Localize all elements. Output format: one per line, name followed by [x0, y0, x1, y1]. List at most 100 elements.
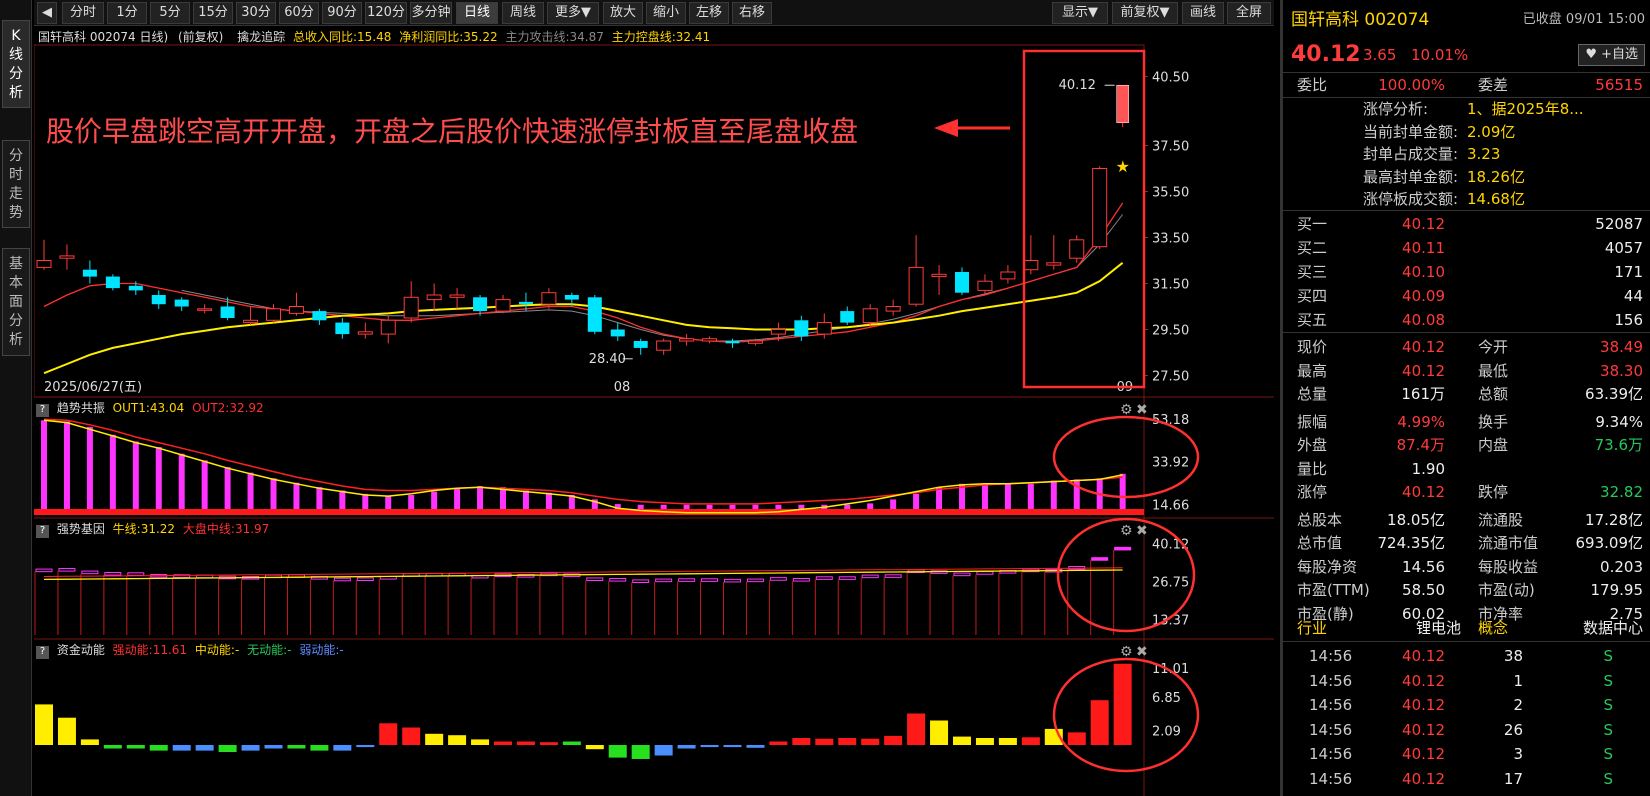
period-button-8[interactable]: 120分 — [365, 2, 407, 24]
move-right-button[interactable]: 右移 — [732, 2, 772, 24]
trend-bar — [798, 504, 805, 509]
energy-bar — [1090, 700, 1109, 745]
energy-bar — [126, 745, 145, 749]
tab-fundamentals[interactable]: 基 本 面 分 析 — [2, 248, 30, 356]
tick-price: 40.12 — [1402, 745, 1445, 763]
period-button-3[interactable]: 5分 — [150, 2, 190, 24]
weibi-value: 100.00% — [1378, 76, 1445, 94]
period-button-1[interactable]: 分时 — [62, 2, 104, 24]
tab-kline[interactable]: K 线 分 析 — [2, 20, 30, 108]
energy-bar — [195, 745, 214, 751]
energy-bar — [953, 736, 971, 745]
gear-icon[interactable]: ⚙ — [1120, 644, 1133, 660]
stat-value: 63.39亿 — [1585, 385, 1643, 403]
tick-volume: 26 — [1503, 720, 1523, 739]
energy-bar — [379, 723, 398, 745]
tick-time: 14:56 — [1309, 745, 1353, 763]
bid-level: 买三 40.10 171 — [1283, 260, 1650, 284]
back-icon[interactable]: ◀ — [37, 2, 57, 24]
weibi-label: 委比 — [1297, 76, 1328, 94]
kline-frame — [34, 44, 1145, 398]
stat-value: 1.90 — [1411, 459, 1445, 478]
period-button-5[interactable]: 30分 — [236, 2, 276, 24]
candle-up — [357, 331, 373, 335]
energy-bar — [241, 745, 260, 751]
concept-value[interactable]: 数据中心 — [1583, 616, 1643, 640]
stat-label: 内盘 — [1478, 436, 1509, 454]
energy-bar — [539, 742, 558, 745]
tick-side: S — [1603, 696, 1613, 714]
gene-box — [792, 578, 810, 582]
annotation-text: 股价早盘跳空高开开盘，开盘之后股价快速涨停封板直至尾盘收盘 — [46, 115, 858, 148]
kline-chart[interactable]: ⚙ ✖⚙ ✖⚙ ✖ 40.5037.5035.5033.5031.5029.5027.… — [34, 27, 1274, 796]
gene-box — [884, 574, 902, 578]
candle-up — [816, 322, 832, 335]
candle-up — [1000, 271, 1016, 280]
industry-row: 行业 锂电池 概念 数据中心 — [1283, 616, 1650, 640]
high-price-label: 40.12 — [1059, 78, 1096, 93]
period-toolbar: ◀ 分时 1分 5分 15分 30分 60分 90分 120分 多分钟 日线 周… — [34, 0, 1274, 26]
stat-label: 最低 — [1478, 361, 1509, 380]
energy-bar — [333, 745, 352, 751]
stat-value: 38.49 — [1600, 338, 1643, 356]
trend-bar — [660, 504, 667, 509]
period-button-2[interactable]: 1分 — [107, 2, 147, 24]
bid-price: 40.10 — [1402, 263, 1445, 281]
close-icon[interactable]: ✖ — [1136, 402, 1148, 418]
candle-up — [679, 338, 695, 342]
candle-down — [518, 301, 533, 305]
industry-value[interactable]: 锂电池 — [1416, 616, 1461, 640]
stat-label: 每股净资 — [1297, 557, 1358, 576]
stat-label: 现价 — [1297, 338, 1328, 356]
gene-box — [1114, 546, 1132, 551]
trend-bar — [775, 504, 782, 509]
candle-up — [1023, 260, 1039, 271]
add-watchlist-button[interactable]: ♥ +自选 — [1578, 44, 1645, 66]
move-left-button[interactable]: 左移 — [689, 2, 729, 24]
period-button-4[interactable]: 15分 — [193, 2, 233, 24]
energy-bar — [80, 739, 99, 745]
weicha-value: 56515 — [1595, 76, 1643, 94]
trend-bar — [178, 453, 185, 509]
gear-icon[interactable]: ⚙ — [1120, 523, 1133, 539]
draw-line-button[interactable]: 画线 — [1182, 2, 1224, 24]
trend-bar — [477, 486, 484, 509]
energy-bar — [57, 717, 76, 745]
zoom-out-button[interactable]: 缩小 — [646, 2, 686, 24]
candle-up — [288, 306, 304, 314]
display-menu-button[interactable]: 显示▼ — [1052, 2, 1108, 24]
stat-label: 总市值 — [1297, 534, 1343, 552]
period-button-9[interactable]: 多分钟 — [410, 2, 452, 24]
chart-area: 国轩高科 002074 日线) (前复权) 擒龙追踪 总收入同比:15.48 净… — [34, 27, 1274, 796]
energy-bar — [608, 745, 627, 758]
period-button-7[interactable]: 90分 — [322, 2, 362, 24]
annotation-arrowhead — [934, 119, 958, 137]
period-button-daily[interactable]: 日线 — [456, 2, 498, 24]
zoom-in-button[interactable]: 放大 — [603, 2, 643, 24]
stat-row: 振幅 4.99% 换手 9.34% — [1283, 410, 1650, 434]
candle-up — [1046, 262, 1062, 266]
candle-up — [1092, 168, 1108, 248]
star-icon: ★ — [1116, 157, 1130, 176]
close-icon[interactable]: ✖ — [1136, 523, 1148, 539]
stock-name-code: 国轩高科 002074 — [1291, 10, 1430, 30]
gene-box — [953, 572, 971, 577]
bid-level-label: 买三 — [1297, 263, 1328, 281]
more-periods-button[interactable]: 更多▼ — [547, 2, 599, 24]
energy-bar — [723, 745, 742, 748]
stat-label: 流通市值 — [1478, 534, 1539, 552]
energy-bar — [35, 704, 53, 745]
tab-intraday[interactable]: 分 时 走 势 — [2, 140, 30, 228]
price-axis-label: 29.50 — [1152, 324, 1189, 339]
adjust-menu-button[interactable]: 前复权▼ — [1112, 2, 1178, 24]
stat-value: 161万 — [1401, 385, 1445, 403]
gear-icon[interactable]: ⚙ — [1120, 402, 1133, 418]
period-button-6[interactable]: 60分 — [279, 2, 319, 24]
close-icon[interactable]: ✖ — [1136, 644, 1148, 660]
period-button-weekly[interactable]: 周线 — [502, 2, 544, 24]
price-axis-label: 31.50 — [1152, 278, 1189, 293]
concept-label: 概念 — [1478, 619, 1509, 637]
date-label-month: 08 — [614, 380, 631, 395]
fullscreen-button[interactable]: 全屏 — [1227, 2, 1271, 24]
stat-value: 724.35亿 — [1377, 534, 1446, 552]
